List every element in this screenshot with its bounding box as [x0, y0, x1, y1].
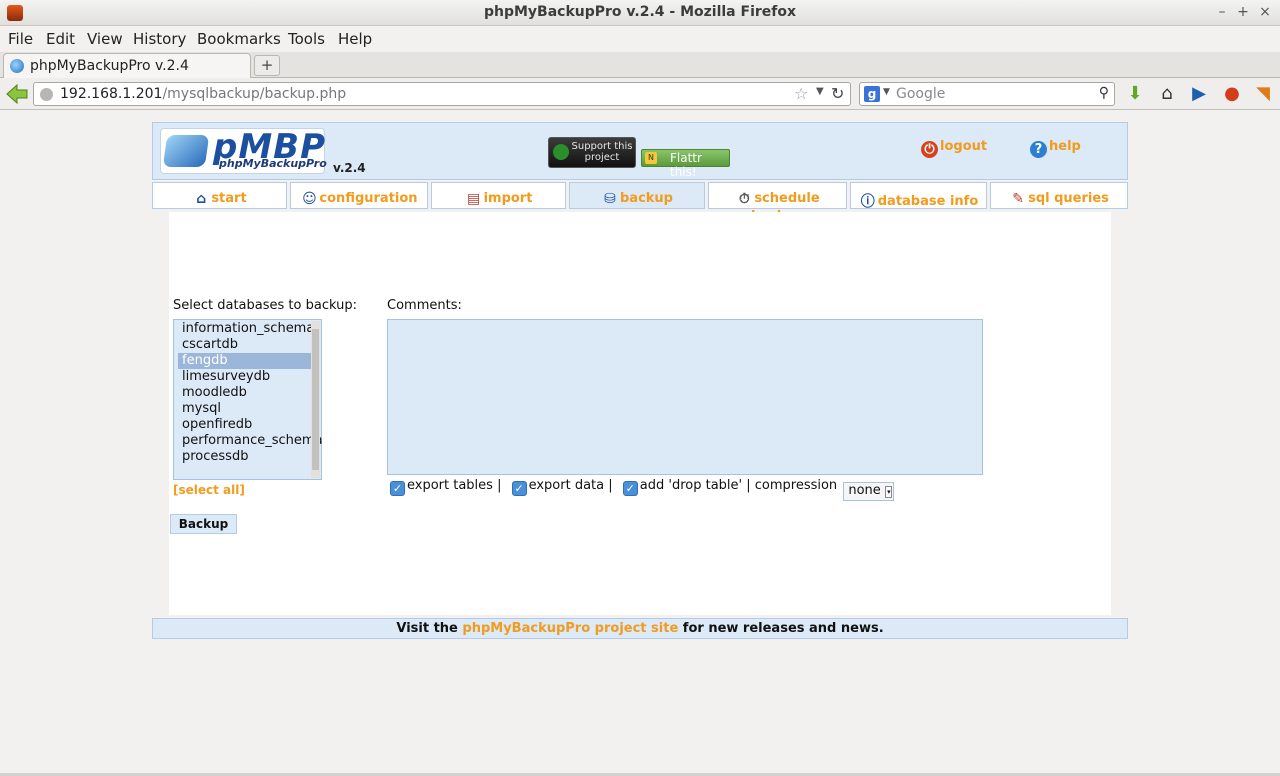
- list-scrollbar[interactable]: [311, 321, 320, 478]
- export-data-checkbox[interactable]: ✓: [511, 481, 527, 496]
- flattr-label: Flattr this!: [670, 151, 702, 179]
- flattr-icon: N: [645, 152, 657, 164]
- tab-import[interactable]: ▤ import: [431, 182, 566, 209]
- logout-icon: ⏻: [921, 141, 938, 158]
- tab-backup[interactable]: ⛁ backup: [569, 182, 705, 209]
- page-content: pMBP phpMyBackupPro v.2.4 Support this p…: [0, 111, 1280, 773]
- search-engine-dropdown-icon[interactable]: ▼: [883, 87, 890, 97]
- tab-favicon-icon: [10, 59, 24, 73]
- tab-sql-queries[interactable]: ✎ sql queries: [990, 182, 1128, 209]
- menu-bookmarks[interactable]: Bookmarks: [197, 30, 281, 48]
- menu-edit[interactable]: Edit: [46, 30, 75, 48]
- export-tables-checkbox[interactable]: ✓: [390, 481, 405, 496]
- comments-textarea[interactable]: [387, 319, 983, 475]
- select-all-link[interactable]: [select all]: [173, 483, 245, 497]
- window-titlebar: phpMyBackupPro v.2.4 - Mozilla Firefox –…: [0, 0, 1280, 26]
- google-engine-icon[interactable]: g: [864, 86, 880, 102]
- search-icon[interactable]: ⚲: [1099, 85, 1109, 101]
- close-button[interactable]: ×: [1257, 4, 1273, 20]
- select-databases-label: Select databases to backup:: [173, 298, 357, 313]
- logo-subtitle: phpMyBackupPro: [219, 157, 327, 170]
- new-tab-button[interactable]: +: [254, 55, 280, 76]
- flattr-button[interactable]: N Flattr this!: [641, 149, 730, 179]
- list-item[interactable]: moodledb: [178, 385, 314, 401]
- backup-button[interactable]: Backup: [170, 514, 237, 534]
- stopwatch-icon: ⏱: [738, 191, 750, 207]
- menu-tools[interactable]: Tools: [288, 30, 325, 48]
- search-placeholder: Google: [896, 86, 946, 102]
- export-data-label: export data |: [528, 478, 613, 493]
- menu-file[interactable]: File: [8, 30, 33, 48]
- pmbp-header: pMBP phpMyBackupPro v.2.4 Support this p…: [152, 122, 1128, 180]
- backup-panel: Select databases to backup: Comments: in…: [169, 212, 1111, 615]
- tab-start[interactable]: ⌂ start: [152, 182, 287, 209]
- menu-view[interactable]: View: [87, 30, 123, 48]
- logo-box-icon: [162, 135, 210, 167]
- drop-table-checkbox[interactable]: ✓: [622, 481, 638, 496]
- version-label: v.2.4: [333, 161, 366, 175]
- minimize-button[interactable]: –: [1214, 4, 1230, 20]
- url-bar[interactable]: 192.168.1.201/mysqlbackup/backup.php ☆ ▼…: [33, 82, 851, 106]
- menu-bar: File Edit View History Bookmarks Tools H…: [0, 26, 1280, 52]
- tab-configuration[interactable]: ☺ configuration: [290, 182, 428, 209]
- browser-tab[interactable]: phpMyBackupPro v.2.4: [3, 53, 251, 78]
- tab-database-info[interactable]: ⓘ database info: [850, 182, 987, 210]
- list-item[interactable]: limesurveydb: [178, 369, 314, 385]
- reload-icon[interactable]: ↻: [831, 84, 844, 103]
- rss-icon[interactable]: ◥: [1252, 83, 1274, 105]
- import-icon: ▤: [466, 191, 481, 207]
- url-dropdown-icon[interactable]: ▼: [816, 86, 824, 97]
- tab-schedule-backup[interactable]: ⏱schedule backup: [708, 182, 847, 224]
- database-info-icon: ⓘ: [860, 194, 875, 210]
- site-identity-icon[interactable]: [40, 88, 53, 101]
- list-item[interactable]: information_schema: [178, 321, 314, 337]
- help-link[interactable]: ? help: [1030, 139, 1081, 158]
- media-player-icon[interactable]: ▶: [1188, 83, 1210, 105]
- drop-table-label: add 'drop table' | compression: [639, 478, 838, 493]
- sql-queries-icon: ✎: [1012, 191, 1024, 207]
- footer-prefix: Visit the: [396, 621, 458, 636]
- menu-help[interactable]: Help: [338, 30, 372, 48]
- pmbp-logo: pMBP phpMyBackupPro: [160, 127, 327, 174]
- home-icon[interactable]: ⌂: [1156, 83, 1178, 105]
- list-item[interactable]: mysql: [178, 401, 314, 417]
- tab-bar: phpMyBackupPro v.2.4 +: [0, 52, 1280, 78]
- support-label: Support this project: [571, 141, 633, 163]
- footer-suffix: for new releases and news.: [682, 621, 884, 636]
- list-item[interactable]: performance_schema: [178, 433, 323, 449]
- compression-select[interactable]: none ▾: [843, 482, 895, 501]
- menu-history[interactable]: History: [133, 30, 186, 48]
- scrollbar-thumb[interactable]: [312, 329, 319, 470]
- users-icon: ☺: [302, 191, 317, 207]
- chevron-down-icon: ▾: [885, 486, 893, 498]
- backup-icon: ⛁: [604, 191, 616, 207]
- page-footer: Visit the phpMyBackupPro project site fo…: [152, 618, 1128, 639]
- download-icon[interactable]: ⬇: [1124, 83, 1146, 105]
- project-site-link[interactable]: phpMyBackupPro project site: [462, 621, 678, 636]
- maximize-button[interactable]: +: [1235, 4, 1251, 20]
- list-item[interactable]: processdb: [178, 449, 314, 465]
- logout-link[interactable]: ⏻ logout: [921, 139, 987, 158]
- list-item[interactable]: fengdb: [178, 353, 314, 369]
- list-item[interactable]: cscartdb: [178, 337, 314, 353]
- backup-options: ✓ export tables | ✓ export data | ✓ add 'dr…: [390, 478, 895, 501]
- export-tables-label: export tables |: [407, 478, 502, 493]
- list-item[interactable]: openfiredb: [178, 417, 314, 433]
- coin-icon: [553, 144, 569, 160]
- main-navigation: ⌂ start ☺ configuration ▤ import ⛁ backup ⏱ s…: [152, 182, 1128, 224]
- navigation-toolbar: 192.168.1.201/mysqlbackup/backup.php ☆ ▼…: [0, 78, 1280, 110]
- addon-icon[interactable]: ●: [1221, 83, 1243, 105]
- bookmark-star-icon[interactable]: ☆: [794, 84, 808, 103]
- back-arrow-icon[interactable]: [5, 82, 29, 106]
- help-icon: ?: [1030, 141, 1047, 158]
- window-title: phpMyBackupPro v.2.4 - Mozilla Firefox: [483, 4, 797, 20]
- search-bar[interactable]: g ▼ Google ⚲: [859, 82, 1115, 106]
- home-icon: ⌂: [196, 191, 207, 207]
- comments-label: Comments:: [387, 298, 462, 313]
- tab-label: phpMyBackupPro v.2.4: [30, 58, 189, 74]
- support-project-button[interactable]: Support this project: [548, 137, 636, 168]
- database-select-list[interactable]: information_schema cscartdb fengdb limes…: [173, 319, 323, 480]
- url-text: 192.168.1.201/mysqlbackup/backup.php: [60, 86, 347, 102]
